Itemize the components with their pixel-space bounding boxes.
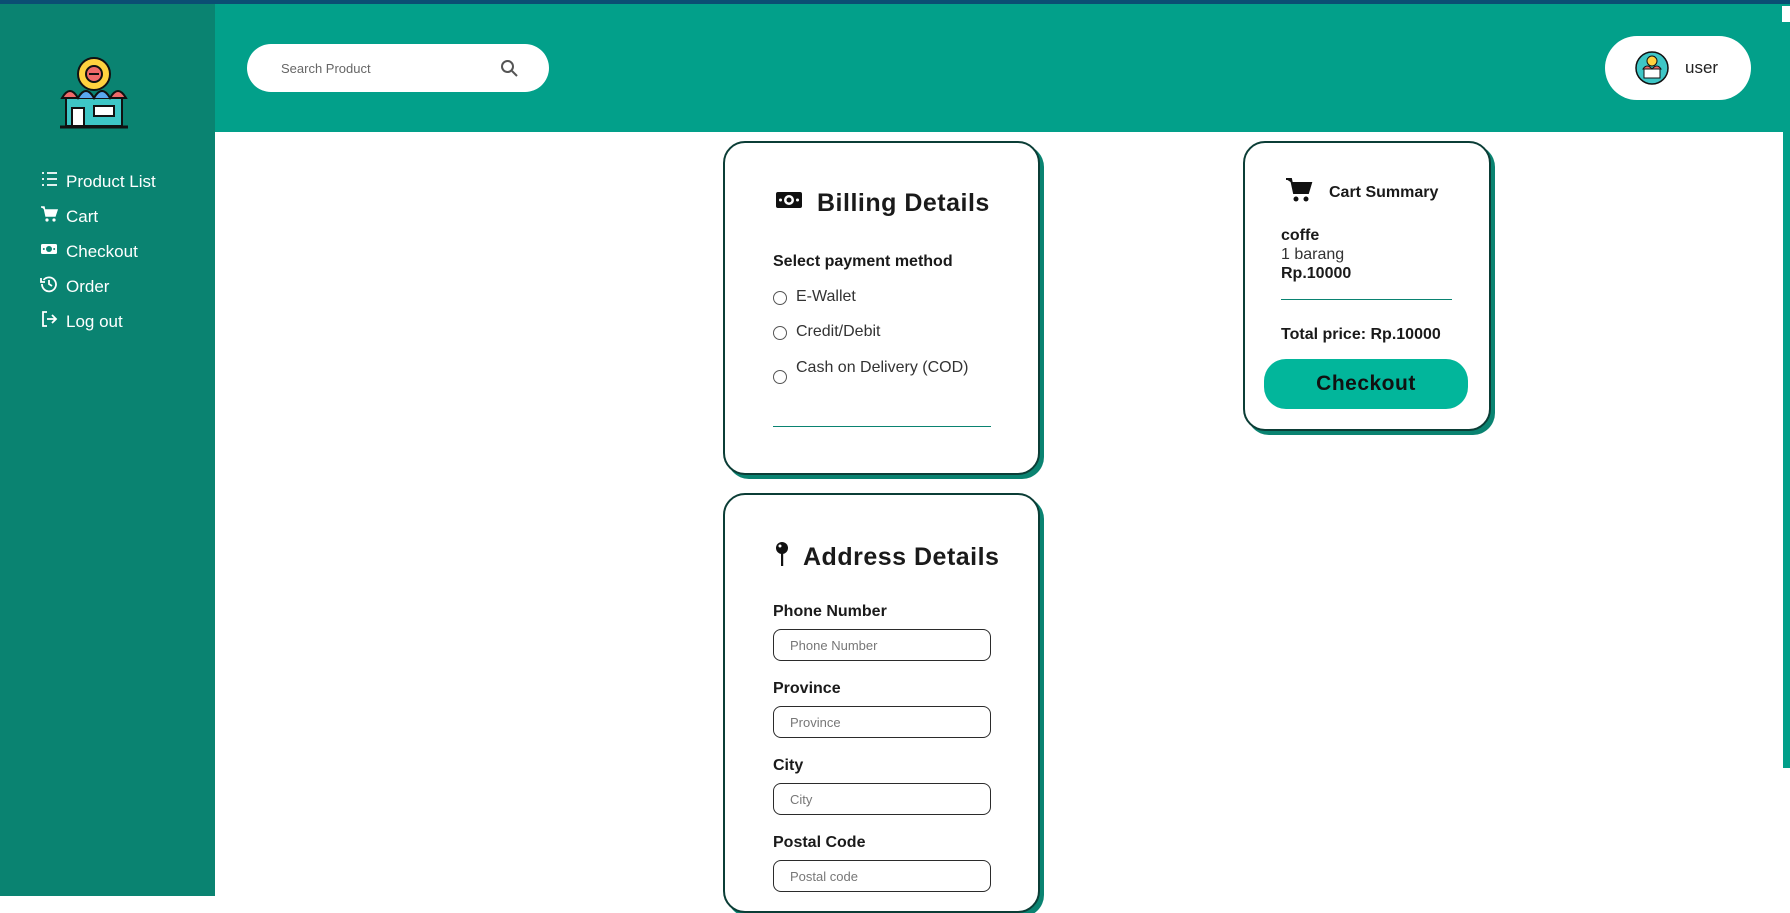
radio-button[interactable] xyxy=(773,370,787,384)
radio-ewallet[interactable]: E-Wallet xyxy=(773,288,856,306)
phone-number-label: Phone Number xyxy=(773,603,887,620)
billing-details-card: Billing Details Select payment method E-… xyxy=(723,141,1040,475)
address-title: Address Details xyxy=(775,541,999,574)
sidebar-item-label: Log out xyxy=(66,311,123,331)
cart-summary-card: Cart Summary coffe 1 barang Rp.10000 Tot… xyxy=(1243,141,1491,431)
sidebar-item-label: Order xyxy=(66,276,110,296)
sidebar-item-product-list[interactable]: Product List xyxy=(40,164,156,199)
radio-label: Cash on Delivery (COD) xyxy=(796,359,969,376)
address-details-card: Address Details Phone Number Province Ci… xyxy=(723,493,1040,913)
city-field[interactable] xyxy=(773,783,991,815)
cart-summary-title-text: Cart Summary xyxy=(1329,183,1439,201)
logout-icon xyxy=(40,310,58,333)
search-bar xyxy=(247,44,549,92)
cart-item-name: coffe xyxy=(1281,227,1320,244)
cart-item-quantity: 1 barang xyxy=(1281,246,1345,263)
radio-label: E-Wallet xyxy=(796,288,856,305)
list-icon xyxy=(40,170,58,193)
cart-item-price: Rp.10000 xyxy=(1281,265,1352,282)
radio-label: Credit/Debit xyxy=(796,323,881,340)
sidebar-item-order[interactable]: Order xyxy=(40,269,156,304)
divider xyxy=(1281,299,1452,300)
scrollbar-track[interactable] xyxy=(1783,4,1790,768)
sidebar-nav: Product List Cart Checkout Order Log out xyxy=(40,164,156,339)
pin-icon xyxy=(775,541,789,574)
postal-code-field[interactable] xyxy=(773,860,991,892)
sidebar-item-label: Checkout xyxy=(66,241,138,261)
scrollbar-thumb[interactable] xyxy=(1782,6,1790,22)
billing-title: Billing Details xyxy=(775,189,990,218)
cart-icon xyxy=(40,205,59,228)
city-label: City xyxy=(773,757,804,774)
user-menu-button[interactable]: user xyxy=(1605,36,1751,100)
shop-logo-icon[interactable] xyxy=(58,54,130,132)
sidebar-item-checkout[interactable]: Checkout xyxy=(40,234,156,269)
sidebar-item-cart[interactable]: Cart xyxy=(40,199,156,234)
sidebar-item-logout[interactable]: Log out xyxy=(40,304,156,339)
radio-credit-debit[interactable]: Credit/Debit xyxy=(773,323,880,341)
checkout-button[interactable]: Checkout xyxy=(1264,359,1468,409)
address-title-text: Address Details xyxy=(803,543,1000,571)
postal-code-label: Postal Code xyxy=(773,834,866,851)
avatar-icon xyxy=(1635,51,1669,85)
payment-method-label: Select payment method xyxy=(773,253,953,270)
phone-number-field[interactable] xyxy=(773,629,991,661)
money-icon xyxy=(40,240,58,263)
sidebar: Product List Cart Checkout Order Log out xyxy=(0,4,215,896)
cart-icon xyxy=(1285,177,1313,208)
radio-button[interactable] xyxy=(773,291,787,305)
radio-button[interactable] xyxy=(773,326,787,340)
history-icon xyxy=(40,275,58,298)
province-label: Province xyxy=(773,680,841,697)
province-field[interactable] xyxy=(773,706,991,738)
radio-cod[interactable]: Cash on Delivery (COD) xyxy=(773,358,976,384)
sidebar-item-label: Cart xyxy=(66,206,99,226)
total-price: Total price: Rp.10000 xyxy=(1281,326,1441,343)
user-name: user xyxy=(1685,58,1719,77)
cart-summary-title: Cart Summary xyxy=(1285,177,1438,208)
search-input[interactable] xyxy=(279,59,493,77)
search-icon[interactable] xyxy=(499,58,519,78)
top-header: user xyxy=(215,4,1790,132)
money-icon xyxy=(775,189,803,218)
billing-title-text: Billing Details xyxy=(817,189,990,217)
divider xyxy=(773,426,991,427)
sidebar-item-label: Product List xyxy=(66,171,156,191)
